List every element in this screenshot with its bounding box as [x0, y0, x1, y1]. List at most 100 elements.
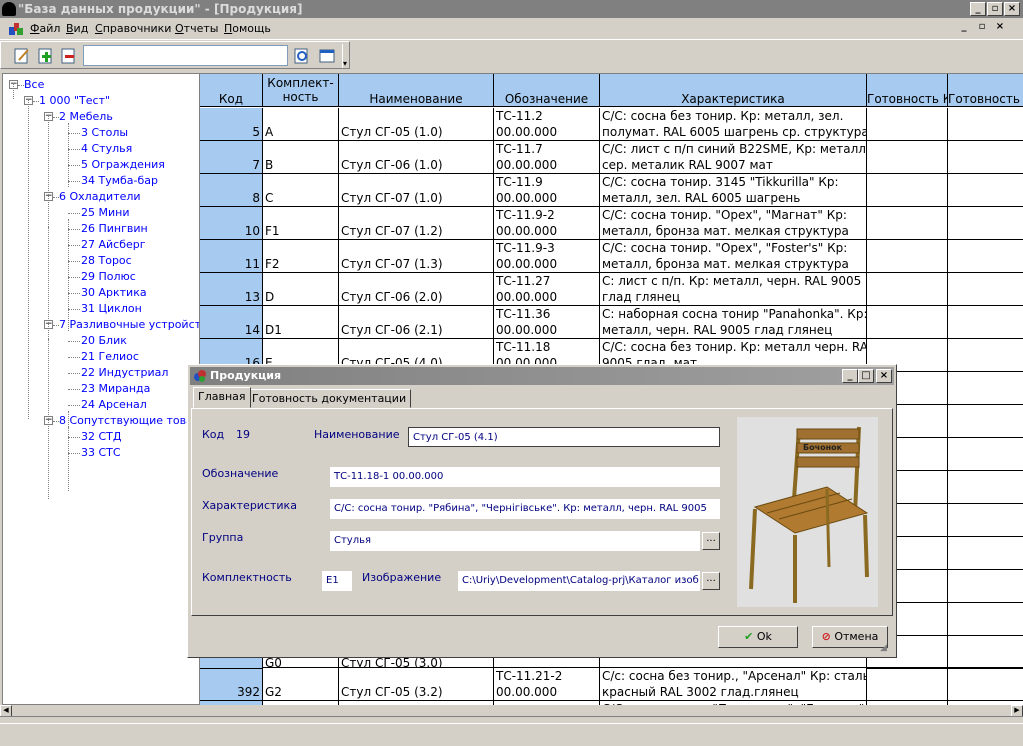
- row-code[interactable]: 13: [200, 273, 263, 306]
- resize-grip-icon[interactable]: ◢: [880, 643, 892, 655]
- row-designation[interactable]: ТС-11.7 00.00.000: [494, 141, 600, 174]
- row-td-readiness[interactable]: [948, 668, 1023, 701]
- dialog-minimize-icon[interactable]: _: [842, 369, 858, 383]
- image-browse-button[interactable]: ...: [702, 572, 720, 590]
- row-td-readiness[interactable]: [948, 537, 1023, 570]
- row-kd-readiness[interactable]: [867, 207, 948, 240]
- row-code[interactable]: 7: [200, 141, 263, 174]
- child-restore-icon[interactable]: ▫: [974, 21, 990, 35]
- row-code[interactable]: 392: [200, 668, 263, 701]
- tree-node[interactable]: 33 СТС: [81, 445, 121, 461]
- tree-node[interactable]: 28 Торос: [81, 253, 132, 269]
- row-td-readiness[interactable]: [948, 504, 1023, 537]
- toolbar-chevron-icon[interactable]: ▾: [342, 44, 350, 68]
- column-header[interactable]: Готовность ТД: [948, 74, 1023, 107]
- kit-field[interactable]: E1: [322, 571, 352, 591]
- column-header[interactable]: Характеристика: [600, 74, 867, 107]
- group-field[interactable]: Стулья: [330, 531, 700, 551]
- group-browse-button[interactable]: ...: [702, 532, 720, 550]
- row-characteristic[interactable]: С: лист с п/п. Кр: металл, черн. RAL 900…: [600, 273, 867, 306]
- row-name[interactable]: Стул СГ-05 (3.2): [339, 668, 494, 701]
- row-name[interactable]: Стул СГ-06 (1.0): [339, 141, 494, 174]
- tree-node[interactable]: 3 Столы: [81, 125, 128, 141]
- tree-node[interactable]: 25 Мини: [81, 205, 129, 221]
- row-characteristic[interactable]: С/С: сосна без тонир. Кр: металл, зел. по…: [600, 108, 867, 141]
- tree-node[interactable]: 31 Циклон: [81, 301, 142, 317]
- row-td-readiness[interactable]: [948, 207, 1023, 240]
- row-kit[interactable]: G2: [263, 668, 339, 701]
- row-designation[interactable]: ТС-11.36 00.00.000: [494, 306, 600, 339]
- row-designation[interactable]: ТС-11.9 00.00.000: [494, 174, 600, 207]
- tree-node[interactable]: 5 Ограждения: [81, 157, 165, 173]
- close-icon[interactable]: ×: [1004, 2, 1020, 16]
- row-td-readiness[interactable]: [948, 141, 1023, 174]
- tree-node[interactable]: 29 Полюс: [81, 269, 136, 285]
- row-kit[interactable]: F2: [263, 240, 339, 273]
- row-characteristic[interactable]: С/С: сосна тонир. 3145 "Tikkurilla" Кр: м…: [600, 174, 867, 207]
- row-characteristic[interactable]: С/С: сосна тонир. "Орех", "Foster's" Кр:…: [600, 240, 867, 273]
- column-header[interactable]: Комплект-ность: [263, 74, 339, 107]
- tree-node[interactable]: 27 Айсберг: [81, 237, 146, 253]
- row-designation[interactable]: ТС-11.9-2 00.00.000: [494, 207, 600, 240]
- row-td-readiness[interactable]: [948, 372, 1023, 405]
- characteristic-field[interactable]: С/С: сосна тонир. "Рябина", "Чернігівськ…: [330, 499, 720, 519]
- row-code[interactable]: 14: [200, 306, 263, 339]
- row-code[interactable]: 5: [200, 108, 263, 141]
- row-designation[interactable]: ТС-11.21-2 00.00.000: [494, 668, 600, 701]
- row-designation[interactable]: ТС-11.9-3 00.00.000: [494, 240, 600, 273]
- row-td-readiness[interactable]: [948, 339, 1023, 372]
- row-td-readiness[interactable]: [948, 636, 1023, 669]
- tree-node[interactable]: 34 Тумба-бар: [81, 173, 158, 189]
- row-characteristic[interactable]: С/с: сосна без тонир., "Арсенал" Кр: ста…: [600, 668, 867, 701]
- edit-icon[interactable]: [13, 47, 31, 65]
- tab-main[interactable]: Главная: [193, 387, 251, 408]
- menu-references[interactable]: Справочники: [95, 22, 171, 36]
- row-name[interactable]: Стул СГ-06 (2.1): [339, 306, 494, 339]
- row-characteristic[interactable]: С/С: лист с п/п синий B22SME, Кр: металл…: [600, 141, 867, 174]
- row-name[interactable]: Стул СГ-07 (1.0): [339, 174, 494, 207]
- row-td-readiness[interactable]: [948, 306, 1023, 339]
- row-kit[interactable]: B: [263, 141, 339, 174]
- menu-reports[interactable]: Отчеты: [175, 22, 218, 36]
- row-td-readiness[interactable]: [948, 240, 1023, 273]
- row-kd-readiness[interactable]: [867, 141, 948, 174]
- row-code[interactable]: 11: [200, 240, 263, 273]
- row-designation[interactable]: ТС-11.2 00.00.000: [494, 108, 600, 141]
- row-name[interactable]: Стул СГ-07 (1.3): [339, 240, 494, 273]
- row-kd-readiness[interactable]: [867, 668, 948, 701]
- row-td-readiness[interactable]: [948, 438, 1023, 471]
- column-header[interactable]: Наименование: [339, 74, 494, 107]
- row-kit[interactable]: C: [263, 174, 339, 207]
- cancel-button[interactable]: ⊘ Отмена: [812, 626, 888, 648]
- minimize-icon[interactable]: _: [970, 2, 986, 16]
- row-name[interactable]: Стул СГ-06 (2.0): [339, 273, 494, 306]
- row-td-readiness[interactable]: [948, 570, 1023, 603]
- tree-node[interactable]: 8 Сопутствующие товары: [59, 413, 199, 429]
- dialog-close-icon[interactable]: ×: [876, 369, 892, 383]
- row-code[interactable]: 8: [200, 174, 263, 207]
- row-td-readiness[interactable]: [948, 108, 1023, 141]
- menu-view[interactable]: Вид: [66, 22, 88, 36]
- delete-icon[interactable]: [60, 47, 78, 65]
- row-kd-readiness[interactable]: [867, 174, 948, 207]
- row-kit[interactable]: A: [263, 108, 339, 141]
- row-kd-readiness[interactable]: [867, 273, 948, 306]
- row-designation[interactable]: ТС-11.27 00.00.000: [494, 273, 600, 306]
- row-kit[interactable]: D1: [263, 306, 339, 339]
- tree-node[interactable]: 22 Индустриал: [81, 365, 168, 381]
- tree-node[interactable]: 20 Блик: [81, 333, 127, 349]
- row-td-readiness[interactable]: [948, 405, 1023, 438]
- window-icon[interactable]: [318, 47, 336, 65]
- tree-node[interactable]: 26 Пингвин: [81, 221, 148, 237]
- column-header[interactable]: Готовность КД: [867, 74, 948, 107]
- tree-node[interactable]: 30 Арктика: [81, 285, 147, 301]
- tree-node[interactable]: 1 000 "Тест": [39, 93, 110, 109]
- row-kd-readiness[interactable]: [867, 240, 948, 273]
- row-code[interactable]: 10: [200, 207, 263, 240]
- column-header[interactable]: Обозначение: [494, 74, 600, 107]
- image-path-field[interactable]: C:\Uriy\Development\Catalog-prj\Каталог …: [458, 571, 700, 591]
- row-td-readiness[interactable]: [948, 174, 1023, 207]
- row-name[interactable]: Стул СГ-05 (1.0): [339, 108, 494, 141]
- add-icon[interactable]: [37, 47, 55, 65]
- search-input[interactable]: [83, 45, 288, 66]
